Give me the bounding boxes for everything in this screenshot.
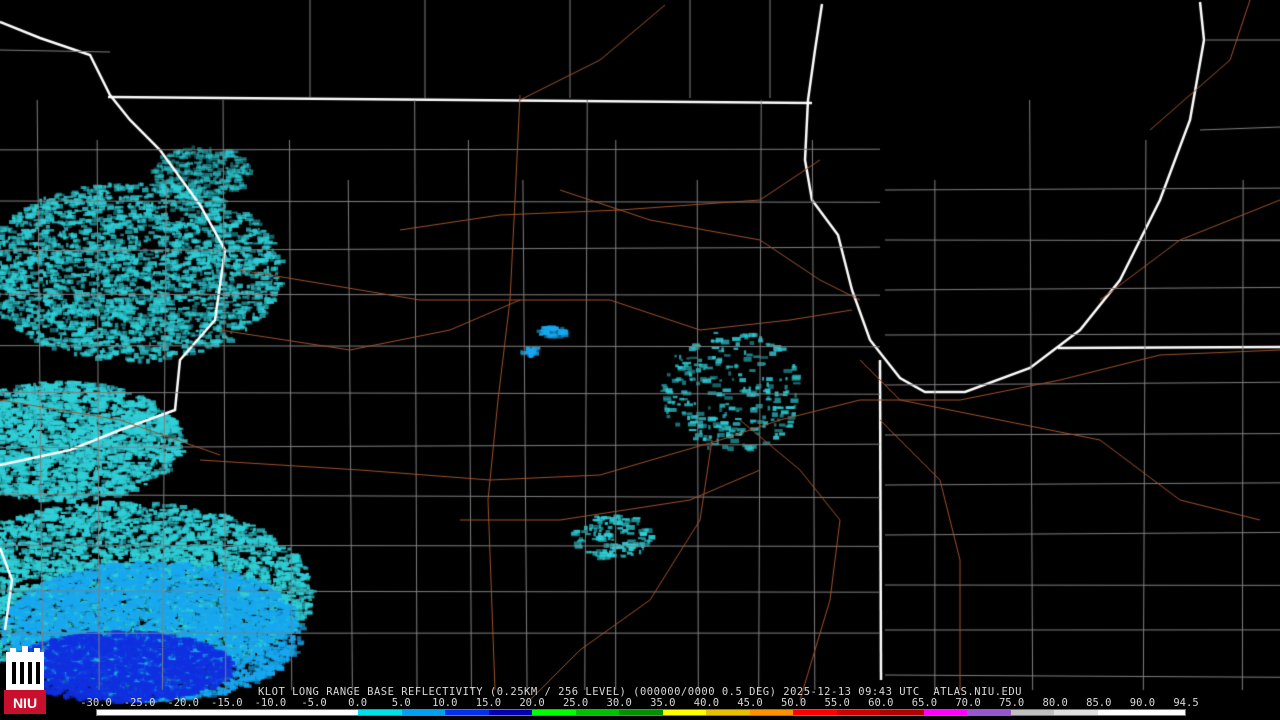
reflectivity-colorbar [96, 709, 1186, 716]
colorbar-tick: 94.5 [1173, 697, 1199, 709]
colorbar-segment [923, 710, 968, 715]
colorbar-tick-labels: -30.0 -25.0 -20.0 -15.0 -10.0 -5.0 0.0 5.0 10.0 1… [80, 697, 1198, 709]
colorbar-segment [706, 710, 750, 715]
colorbar-tick: 0.0 [348, 697, 368, 709]
colorbar-tick: 85.0 [1086, 697, 1112, 709]
colorbar-segment [793, 710, 837, 715]
colorbar-tick: -30.0 [80, 697, 112, 709]
colorbar-segment [532, 710, 576, 715]
colorbar-segment [967, 710, 1011, 715]
colorbar-tick: 90.0 [1129, 697, 1156, 709]
colorbar-segment [662, 710, 707, 715]
colorbar-tick: 45.0 [737, 697, 763, 709]
colorbar-segment [401, 710, 446, 715]
colorbar-segment [184, 710, 228, 715]
colorbar-tick: 20.0 [519, 697, 545, 709]
radar-map [0, 0, 1280, 720]
colorbar-segment [1097, 710, 1142, 715]
colorbar-tick: 40.0 [693, 697, 720, 709]
colorbar-tick: 10.0 [432, 697, 458, 709]
colorbar-segment [836, 710, 881, 715]
colorbar-segment [1141, 710, 1185, 715]
colorbar-tick: -15.0 [210, 697, 243, 709]
colorbar-tick: -25.0 [123, 697, 156, 709]
colorbar-tick: 35.0 [650, 697, 676, 709]
colorbar-tick: -5.0 [301, 697, 327, 709]
colorbar-tick: 30.0 [606, 697, 632, 709]
colorbar-tick: 50.0 [780, 697, 807, 709]
colorbar-segment [227, 710, 272, 715]
colorbar-segment [271, 710, 315, 715]
colorbar-segment [1054, 710, 1098, 715]
colorbar-tick: 5.0 [391, 697, 411, 709]
colorbar-tick: -20.0 [167, 697, 199, 709]
colorbar-tick: 75.0 [998, 697, 1025, 709]
colorbar-segment [619, 710, 663, 715]
colorbar-tick: 15.0 [475, 697, 502, 709]
colorbar-segment [749, 710, 794, 715]
colorbar-segment [314, 710, 359, 715]
colorbar-tick: 80.0 [1042, 697, 1068, 709]
colorbar-tick: 60.0 [868, 697, 894, 709]
colorbar-segment [140, 710, 185, 715]
colorbar-tick: 70.0 [955, 697, 981, 709]
colorbar-tick: 55.0 [824, 697, 850, 709]
colorbar-tick: -10.0 [254, 697, 287, 709]
colorbar-tick: 65.0 [911, 697, 938, 709]
colorbar-tick: 25.0 [562, 697, 589, 709]
colorbar-segment [1010, 710, 1055, 715]
colorbar-segment [358, 710, 402, 715]
colorbar-segment [880, 710, 924, 715]
colorbar-segment [445, 710, 489, 715]
colorbar-segment [488, 710, 533, 715]
colorbar-segment [97, 710, 141, 715]
niu-logo: NIU [4, 646, 46, 714]
colorbar-segment [575, 710, 620, 715]
